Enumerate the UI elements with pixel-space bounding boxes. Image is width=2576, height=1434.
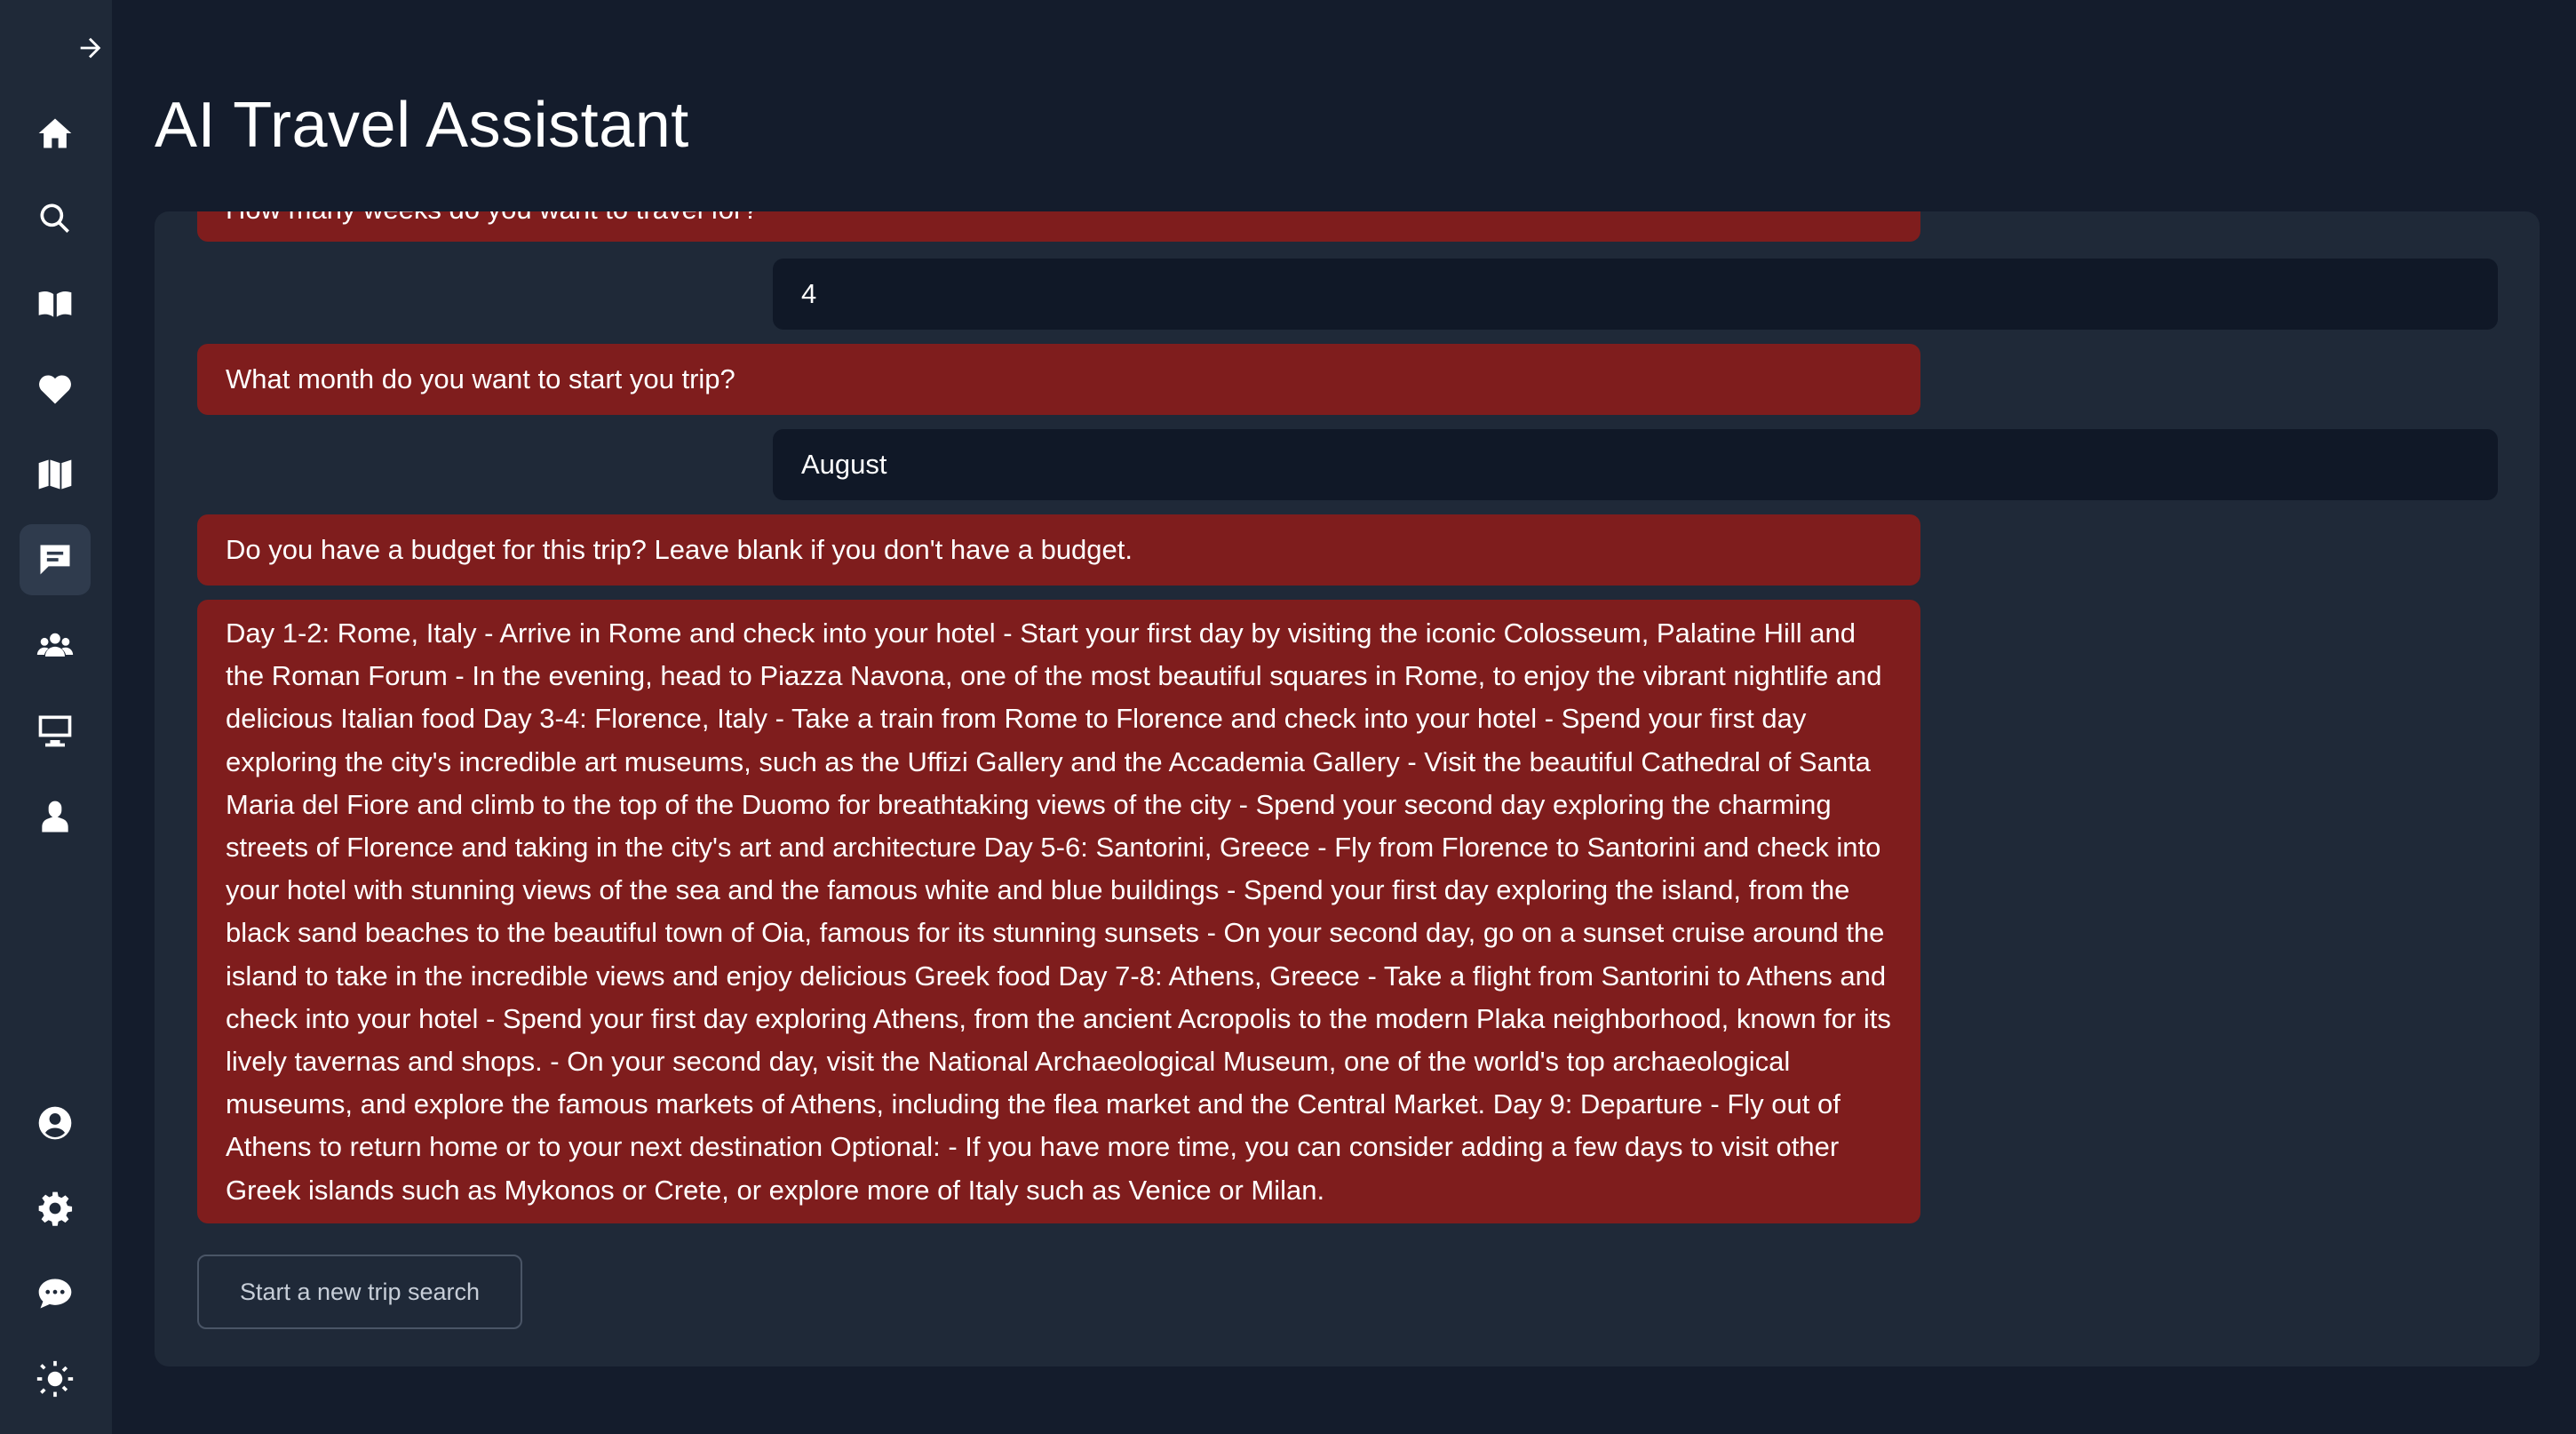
map-icon [38, 459, 72, 490]
sidebar-item-desktop[interactable] [20, 695, 91, 766]
sidebar-item-feedback[interactable] [20, 1258, 91, 1329]
sidebar-item-settings[interactable] [20, 1173, 91, 1244]
sidebar-item-theme[interactable] [20, 1343, 91, 1414]
sidebar-item-favorites[interactable] [20, 354, 91, 425]
assistant-message: Do you have a budget for this trip? Leav… [197, 514, 1920, 586]
new-trip-search-button[interactable]: Start a new trip search [197, 1255, 522, 1329]
assistant-message: What month do you want to start you trip… [197, 344, 1920, 415]
chat-icon [40, 545, 70, 575]
home-icon [38, 118, 72, 148]
gear-icon [38, 1191, 73, 1226]
sidebar-item-profile[interactable] [20, 782, 91, 853]
sidebar-item-map[interactable] [20, 439, 91, 510]
search-icon [40, 203, 69, 233]
person-icon [42, 801, 68, 833]
chat-panel: How many weeks do you want to travel for… [155, 211, 2540, 1366]
theme-icon [36, 1360, 74, 1398]
page-title: AI Travel Assistant [155, 90, 689, 161]
assistant-message: How many weeks do you want to travel for… [197, 211, 1920, 242]
book-icon [38, 291, 72, 317]
sidebar-item-search[interactable] [20, 183, 91, 254]
sidebar-item-account[interactable] [20, 1087, 91, 1159]
sidebar [0, 0, 112, 1434]
itinerary-message: Day 1-2: Rome, Italy - Arrive in Rome an… [197, 600, 1920, 1223]
users-icon [36, 633, 74, 657]
monitor-icon [38, 715, 72, 747]
user-message: August [773, 429, 2498, 500]
sidebar-item-home[interactable] [20, 98, 91, 169]
sidebar-item-chat[interactable] [20, 524, 91, 595]
sidebar-item-community[interactable] [20, 609, 91, 681]
heart-icon [39, 375, 71, 404]
feedback-icon [38, 1279, 72, 1309]
account-icon [38, 1106, 72, 1140]
expand-sidebar-button[interactable] [69, 27, 112, 69]
user-message: 4 [773, 259, 2498, 330]
arrow-right-icon [80, 37, 101, 59]
sidebar-item-library[interactable] [20, 268, 91, 339]
